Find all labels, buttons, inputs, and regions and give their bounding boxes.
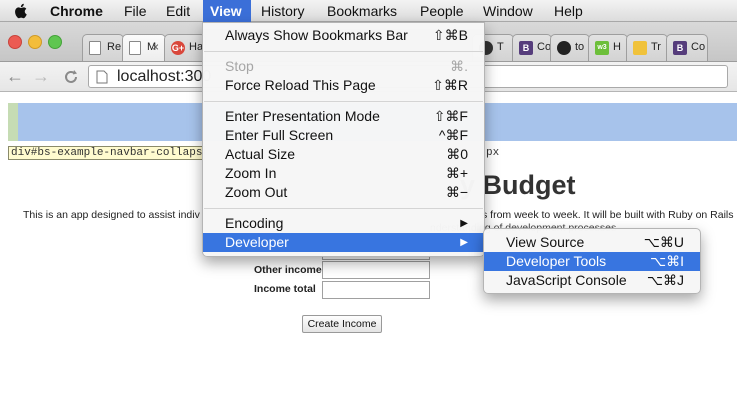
github-icon bbox=[557, 41, 571, 55]
menu-item-shortcut: ⌥⌘J bbox=[646, 272, 684, 288]
submenu-arrow-icon: ▶ bbox=[460, 218, 468, 229]
menu-window[interactable]: Window bbox=[476, 0, 540, 22]
tab-2[interactable]: G+ Ha bbox=[164, 34, 206, 61]
close-tab-icon[interactable]: × bbox=[152, 40, 159, 54]
menu-item-shortcut: ⇧⌘F bbox=[433, 108, 468, 124]
menu-item-shortcut: ⌘. bbox=[450, 58, 468, 74]
menu-people[interactable]: People bbox=[413, 0, 471, 22]
menu-item-zoom-in[interactable]: Zoom In ⌘+ bbox=[203, 164, 484, 183]
menu-item-shortcut: ⌘0 bbox=[446, 146, 468, 162]
menu-item-zoom-out[interactable]: Zoom Out ⌘− bbox=[203, 183, 484, 202]
w3c-icon: w3 bbox=[595, 41, 609, 55]
menu-item-label: Stop bbox=[225, 58, 254, 74]
income-total-input[interactable] bbox=[322, 281, 430, 299]
element-inspector-tooltip: div#bs-example-navbar-collaps px bbox=[8, 146, 499, 160]
menu-edit[interactable]: Edit bbox=[159, 0, 197, 22]
tab-title: Co bbox=[537, 41, 552, 53]
menu-chrome[interactable]: Chrome bbox=[43, 0, 110, 22]
menu-item-label: View Source bbox=[506, 234, 585, 250]
tab-0[interactable]: Re bbox=[82, 34, 124, 61]
bootstrap-icon: B bbox=[673, 41, 687, 55]
menu-history[interactable]: History bbox=[254, 0, 312, 22]
tab-title: Re bbox=[107, 41, 122, 53]
tab-5[interactable]: to bbox=[550, 34, 590, 61]
menu-item-label: Force Reload This Page bbox=[225, 77, 376, 93]
menu-separator bbox=[204, 208, 483, 209]
developer-submenu: View Source ⌥⌘U Developer Tools ⌥⌘I Java… bbox=[483, 228, 701, 294]
menu-item-developer-tools[interactable]: Developer Tools ⌥⌘I bbox=[484, 252, 700, 271]
menu-help[interactable]: Help bbox=[547, 0, 590, 22]
menu-view[interactable]: View bbox=[203, 0, 251, 22]
tab-title: H bbox=[613, 41, 621, 53]
menu-item-always-show-bookmarks-bar[interactable]: Always Show Bookmarks Bar ⇧⌘B bbox=[203, 26, 484, 45]
menu-item-shortcut: ^⌘F bbox=[438, 127, 468, 143]
other-income-input[interactable] bbox=[322, 261, 430, 279]
menu-item-label: Developer bbox=[225, 234, 289, 250]
menu-item-shortcut: ⌘− bbox=[445, 184, 468, 200]
menu-item-shortcut: ⌥⌘I bbox=[649, 253, 684, 269]
intro-text-right: s from week to week. It will be built wi… bbox=[482, 209, 734, 221]
menu-item-shortcut: ⇧⌘B bbox=[432, 27, 468, 43]
tab-7[interactable]: Tr bbox=[626, 34, 668, 61]
zoom-window-button[interactable] bbox=[48, 35, 62, 49]
tab-6[interactable]: w3 H bbox=[588, 34, 628, 61]
macos-menu-bar: Chrome File Edit View History Bookmarks … bbox=[0, 0, 737, 22]
menu-item-actual-size[interactable]: Actual Size ⌘0 bbox=[203, 145, 484, 164]
menu-item-label: Developer Tools bbox=[506, 253, 607, 269]
view-menu: Always Show Bookmarks Bar ⇧⌘B Stop ⌘. Fo… bbox=[202, 22, 485, 257]
menu-item-javascript-console[interactable]: JavaScript Console ⌥⌘J bbox=[484, 271, 700, 290]
forward-arrow-icon[interactable]: → bbox=[32, 66, 50, 86]
page-icon bbox=[96, 70, 108, 84]
tab-title: Tr bbox=[651, 41, 661, 53]
menu-item-stop: Stop ⌘. bbox=[203, 57, 484, 76]
tab-1[interactable]: M × bbox=[122, 34, 166, 61]
menu-separator bbox=[204, 101, 483, 102]
menu-item-presentation-mode[interactable]: Enter Presentation Mode ⇧⌘F bbox=[203, 107, 484, 126]
close-window-button[interactable] bbox=[8, 35, 22, 49]
tab-title: to bbox=[575, 41, 585, 53]
reload-icon[interactable] bbox=[62, 68, 80, 86]
other-income-label: Other income bbox=[254, 264, 322, 276]
minimize-window-button[interactable] bbox=[28, 35, 42, 49]
menu-item-label: Encoding bbox=[225, 215, 284, 231]
create-income-button[interactable]: Create Income bbox=[302, 315, 382, 333]
menu-item-label: Enter Full Screen bbox=[225, 127, 334, 143]
menu-item-label: Enter Presentation Mode bbox=[225, 108, 380, 124]
menu-item-developer[interactable]: Developer ▶ bbox=[203, 233, 484, 252]
menu-item-shortcut: ⇧⌘R bbox=[432, 77, 468, 93]
intro-text: This is an app designed to assist indiv bbox=[23, 209, 200, 221]
inspector-selector: div#bs-example-navbar-collaps bbox=[11, 147, 203, 159]
document-icon bbox=[89, 41, 101, 55]
menu-item-encoding[interactable]: Encoding ▶ bbox=[203, 214, 484, 233]
tab-title: Ha bbox=[189, 41, 204, 53]
tab-4[interactable]: B Co bbox=[512, 34, 552, 61]
navbar-padding-highlight bbox=[8, 103, 18, 141]
document-icon bbox=[129, 41, 141, 55]
menu-item-full-screen[interactable]: Enter Full Screen ^⌘F bbox=[203, 126, 484, 145]
menu-bookmarks[interactable]: Bookmarks bbox=[320, 0, 404, 22]
google-plus-icon: G+ bbox=[171, 41, 185, 55]
menu-file[interactable]: File bbox=[117, 0, 154, 22]
menu-item-shortcut: ⌘+ bbox=[445, 165, 468, 181]
bootstrap-icon: B bbox=[519, 41, 533, 55]
menu-item-shortcut: ⌥⌘U bbox=[643, 234, 684, 250]
address-bar-url: localhost:300 bbox=[117, 68, 212, 85]
menu-item-label: Zoom In bbox=[225, 165, 277, 181]
menu-item-label: Always Show Bookmarks Bar bbox=[225, 27, 408, 43]
menu-item-label: Zoom Out bbox=[225, 184, 288, 200]
menu-separator bbox=[204, 51, 483, 52]
menu-item-label: Actual Size bbox=[225, 146, 296, 162]
income-total-label: Income total bbox=[254, 283, 316, 295]
bird-icon bbox=[633, 41, 647, 55]
inspector-dimensions: px bbox=[486, 147, 500, 159]
apple-icon[interactable] bbox=[12, 2, 30, 20]
submenu-arrow-icon: ▶ bbox=[460, 237, 468, 248]
back-arrow-icon[interactable]: ← bbox=[6, 66, 24, 86]
tab-title: Co bbox=[691, 41, 706, 53]
tab-8[interactable]: B Co bbox=[666, 34, 708, 61]
tab-title: T bbox=[497, 41, 504, 53]
menu-item-label: JavaScript Console bbox=[506, 272, 627, 288]
menu-item-view-source[interactable]: View Source ⌥⌘U bbox=[484, 233, 700, 252]
menu-item-force-reload[interactable]: Force Reload This Page ⇧⌘R bbox=[203, 76, 484, 95]
